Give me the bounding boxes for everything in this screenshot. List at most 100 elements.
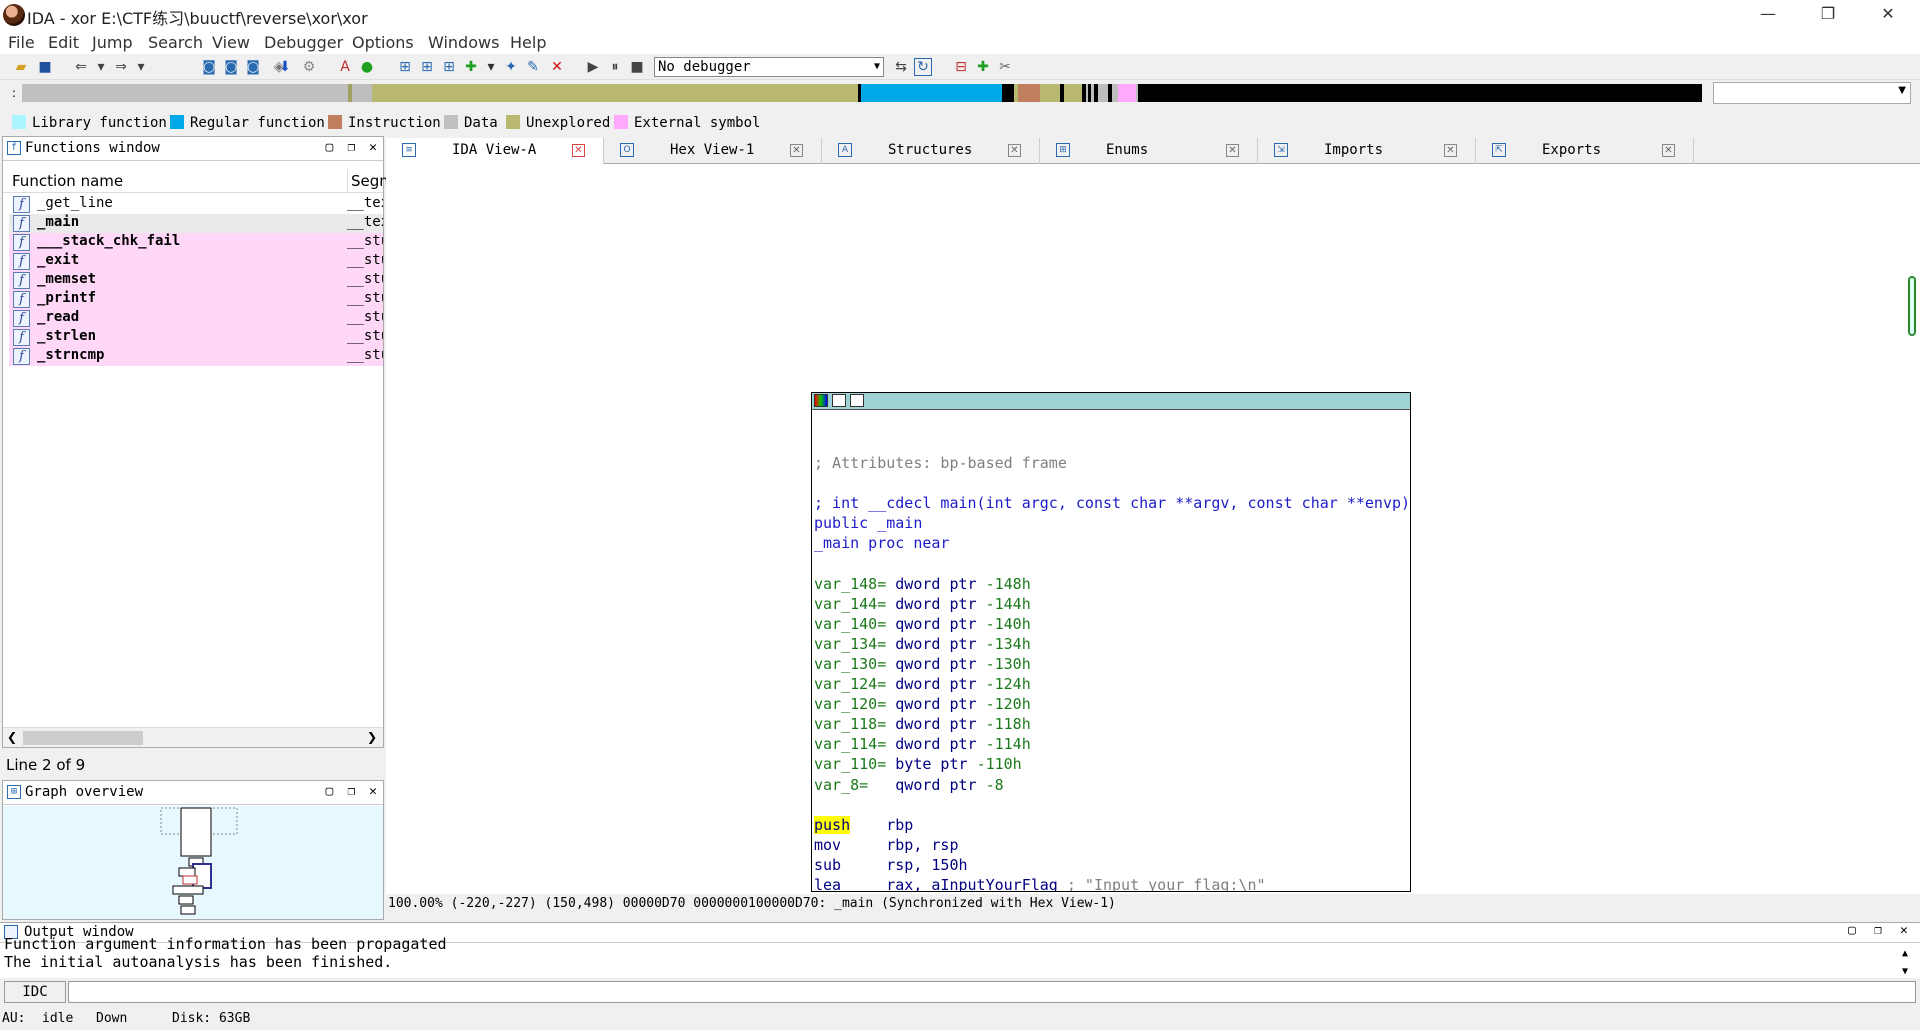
maximize-icon[interactable]: ▢: [326, 784, 334, 799]
output-log[interactable]: Function argument information has been p…: [0, 935, 1920, 981]
tab-structures[interactable]: A Structures ✕: [822, 138, 1040, 164]
debug-step-icon[interactable]: ⇆: [892, 58, 910, 76]
close-icon[interactable]: ✕: [369, 140, 377, 155]
menu-debugger[interactable]: Debugger: [264, 33, 343, 52]
delete-breakpoint-icon[interactable]: ✂: [996, 58, 1014, 76]
navigation-band[interactable]: [22, 84, 1702, 102]
scroll-thumb[interactable]: [23, 731, 143, 745]
asm-local-var[interactable]: var_8= qword ptr -8: [814, 775, 1410, 795]
add-breakpoint-icon[interactable]: ✚: [974, 58, 992, 76]
function-row[interactable]: f _get_line __text: [9, 195, 383, 214]
tab-hex-view-1[interactable]: O Hex View-1 ✕: [604, 138, 822, 164]
menu-options[interactable]: Options: [352, 33, 414, 52]
play-icon[interactable]: ▶: [584, 58, 602, 76]
asm-local-var[interactable]: var_144= dword ptr -144h: [814, 594, 1410, 614]
download-icon[interactable]: ⬇: [276, 58, 294, 76]
horizontal-scrollbar[interactable]: ❮ ❯: [3, 727, 383, 747]
graph-overview-canvas[interactable]: [3, 806, 383, 919]
function-row[interactable]: f _strncmp __stubs: [9, 347, 383, 366]
menu-view[interactable]: View: [212, 33, 250, 52]
vertical-scroll-indicator[interactable]: [1908, 276, 1916, 336]
col-function-name[interactable]: Function name: [12, 172, 123, 190]
edit-icon[interactable]: ✎: [524, 58, 542, 76]
scroll-right-icon[interactable]: ❯: [367, 730, 377, 744]
node-group-icon[interactable]: [850, 394, 864, 407]
float-icon[interactable]: ❐: [347, 140, 355, 155]
menu-jump[interactable]: Jump: [92, 33, 133, 52]
close-icon[interactable]: ✕: [790, 144, 803, 157]
node-image-icon[interactable]: [832, 394, 846, 407]
close-icon[interactable]: ✕: [1008, 144, 1021, 157]
tab-enums[interactable]: ⊞ Enums ✕: [1040, 138, 1258, 164]
asm-local-var[interactable]: var_120= qword ptr -120h: [814, 694, 1410, 714]
minimize-button[interactable]: —: [1740, 0, 1796, 30]
asm-instruction[interactable]: lea rax, aInputYourFlag ; "Input your fl…: [814, 875, 1410, 891]
command-input[interactable]: [68, 981, 1916, 1003]
tab-ida-view-a[interactable]: ≡ IDA View-A ✕: [386, 138, 604, 164]
menu-edit[interactable]: Edit: [48, 33, 79, 52]
node-color-icon[interactable]: [814, 394, 828, 407]
asm-local-var[interactable]: var_140= qword ptr -140h: [814, 614, 1410, 634]
search-text-icon[interactable]: ◙: [222, 58, 240, 76]
asm-local-var[interactable]: var_130= qword ptr -130h: [814, 654, 1410, 674]
plugin-icon[interactable]: ✦: [502, 58, 520, 76]
search-binary-icon[interactable]: ◙: [200, 58, 218, 76]
function-row[interactable]: f ___stack_chk_fail __stubs: [9, 233, 383, 252]
tab-exports[interactable]: ⇱ Exports ✕: [1476, 138, 1694, 164]
function-row[interactable]: f _strlen __stubs: [9, 328, 383, 347]
asm-local-var[interactable]: var_114= dword ptr -114h: [814, 734, 1410, 754]
scroll-down-icon[interactable]: ▼: [1902, 963, 1908, 981]
asm-instruction[interactable]: sub rsp, 150h: [814, 855, 1410, 875]
segment-combo[interactable]: ▼: [1713, 82, 1911, 104]
close-icon[interactable]: ✕: [369, 784, 377, 799]
asm-instruction[interactable]: push rbp: [814, 815, 1410, 835]
function-row[interactable]: f _main __text: [9, 214, 383, 233]
open-icon[interactable]: ▰: [12, 58, 30, 76]
restore-button[interactable]: ❐: [1800, 0, 1856, 30]
back-dropdown-icon[interactable]: ▾: [92, 58, 110, 76]
close-button[interactable]: ✕: [1860, 0, 1916, 30]
graph-icon-4[interactable]: ✚: [462, 58, 480, 76]
function-row[interactable]: f _printf __stubs: [9, 290, 383, 309]
menu-search[interactable]: Search: [148, 33, 203, 52]
maximize-icon[interactable]: ▢: [326, 140, 334, 155]
idc-button[interactable]: IDC: [4, 981, 66, 1003]
tab-imports[interactable]: ⇲ Imports ✕: [1258, 138, 1476, 164]
close-icon[interactable]: ✕: [1226, 144, 1239, 157]
disassembly-listing[interactable]: ; Attributes: bp-based frame ; int __cde…: [814, 453, 1410, 891]
graph-icon-3[interactable]: ⊞: [440, 58, 458, 76]
function-row[interactable]: f _memset __stubs: [9, 271, 383, 290]
forward-icon[interactable]: ⇒: [112, 58, 130, 76]
debugger-select[interactable]: No debugger ▼: [654, 57, 884, 77]
asm-local-var[interactable]: var_110= byte ptr -110h: [814, 754, 1410, 774]
image-icon[interactable]: ⚙: [300, 58, 318, 76]
scroll-left-icon[interactable]: ❮: [7, 730, 17, 744]
debug-refresh-icon[interactable]: ↻: [914, 58, 932, 76]
close-icon[interactable]: ✕: [1662, 144, 1675, 157]
function-row[interactable]: f _read __stubs: [9, 309, 383, 328]
text-font-icon[interactable]: A: [336, 58, 354, 76]
cancel-icon[interactable]: ✕: [548, 58, 566, 76]
asm-local-var[interactable]: var_124= dword ptr -124h: [814, 674, 1410, 694]
graph-dropdown-icon[interactable]: ▾: [482, 58, 500, 76]
float-icon[interactable]: ❐: [347, 784, 355, 799]
close-icon[interactable]: ✕: [572, 144, 585, 157]
stop-icon[interactable]: ■: [628, 58, 646, 76]
forward-dropdown-icon[interactable]: ▾: [132, 58, 150, 76]
breakpoints-icon[interactable]: ⊟: [952, 58, 970, 76]
menu-windows[interactable]: Windows: [428, 33, 499, 52]
pause-icon[interactable]: ⏸: [606, 58, 624, 76]
menu-help[interactable]: Help: [510, 33, 546, 52]
green-circle-icon[interactable]: ●: [358, 58, 376, 76]
function-row[interactable]: f _exit __stubs: [9, 252, 383, 271]
menu-file[interactable]: File: [8, 33, 35, 52]
asm-instruction[interactable]: mov rbp, rsp: [814, 835, 1410, 855]
graph-icon-2[interactable]: ⊞: [418, 58, 436, 76]
back-icon[interactable]: ⇐: [72, 58, 90, 76]
graph-node-main-block[interactable]: ; Attributes: bp-based frame ; int __cde…: [811, 392, 1411, 892]
search-immediate-icon[interactable]: ◙: [244, 58, 262, 76]
asm-local-var[interactable]: var_134= dword ptr -134h: [814, 634, 1410, 654]
asm-local-var[interactable]: var_118= dword ptr -118h: [814, 714, 1410, 734]
close-icon[interactable]: ✕: [1444, 144, 1457, 157]
scroll-up-icon[interactable]: ▲: [1902, 945, 1908, 963]
